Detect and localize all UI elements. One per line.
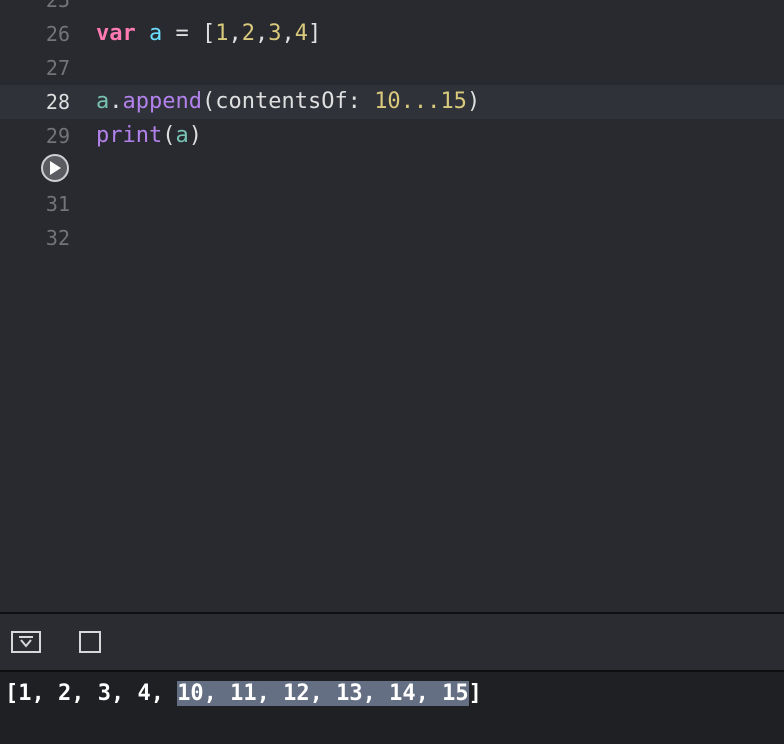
line-number: 29 <box>45 124 70 148</box>
paren-token: ) <box>188 123 202 148</box>
argument-label-token: contentsOf: <box>215 89 375 114</box>
number-token: 15 <box>440 89 467 114</box>
number-token: 2 <box>241 21 255 46</box>
variable-token: a <box>175 123 189 148</box>
output-text: ] <box>468 681 482 706</box>
code-line[interactable]: 25 <box>0 0 784 17</box>
line-number: 25 <box>45 0 70 12</box>
console-output[interactable]: [1, 2, 3, 4, 10, 11, 12, 13, 14, 15] <box>5 680 482 708</box>
line-number: 28 <box>45 90 70 114</box>
line-number: 32 <box>45 226 70 250</box>
number-token: 4 <box>294 21 308 46</box>
debug-bar <box>0 614 784 670</box>
comma-token: , <box>255 21 269 46</box>
code-text: a.append(contentsOf: 10...15) <box>96 85 480 119</box>
paren-token: ( <box>201 89 216 114</box>
paren-token: ( <box>162 123 176 148</box>
play-icon[interactable] <box>41 154 69 182</box>
selected-output-text[interactable]: 10, 11, 12, 13, 14, 15 <box>177 681 469 706</box>
keyword-token: var <box>96 21 136 46</box>
line-number: 27 <box>45 56 70 80</box>
variable-token: a <box>96 89 110 114</box>
variable-token: a <box>149 21 163 46</box>
code-line[interactable] <box>0 153 784 187</box>
current-code-line[interactable]: 28 a.append(contentsOf: 10...15) <box>0 85 784 119</box>
code-line[interactable]: 32 <box>0 221 784 255</box>
bracket-token: ] <box>308 21 322 46</box>
clear-console-icon[interactable] <box>79 631 101 653</box>
code-text: var a = [1,2,3,4] <box>96 17 321 51</box>
number-token: 3 <box>268 21 282 46</box>
number-token: 1 <box>215 21 229 46</box>
range-operator-token: ... <box>400 89 441 114</box>
line-number: 26 <box>45 22 70 46</box>
code-text: print(a) <box>96 119 202 153</box>
line-number: 31 <box>45 192 70 216</box>
number-token: 10 <box>374 89 401 114</box>
comma-token: , <box>228 21 242 46</box>
code-editor[interactable]: 25 26 var a = [1,2,3,4] 27 28 a.append(c… <box>0 0 784 612</box>
code-line[interactable]: 26 var a = [1,2,3,4] <box>0 17 784 51</box>
dot-token: . <box>109 89 123 114</box>
console-area[interactable]: [1, 2, 3, 4, 10, 11, 12, 13, 14, 15] <box>0 672 784 744</box>
code-line[interactable]: 29 print(a) <box>0 119 784 153</box>
code-line[interactable]: 31 <box>0 187 784 221</box>
hide-debug-area-icon[interactable] <box>11 631 41 653</box>
operator-token: = <box>162 21 202 46</box>
paren-token: ) <box>466 89 481 114</box>
function-token: print <box>96 123 163 148</box>
method-token: append <box>122 89 202 114</box>
code-line[interactable]: 27 <box>0 51 784 85</box>
output-text: [1, 2, 3, 4, <box>5 681 178 706</box>
comma-token: , <box>281 21 295 46</box>
bracket-token: [ <box>202 21 216 46</box>
